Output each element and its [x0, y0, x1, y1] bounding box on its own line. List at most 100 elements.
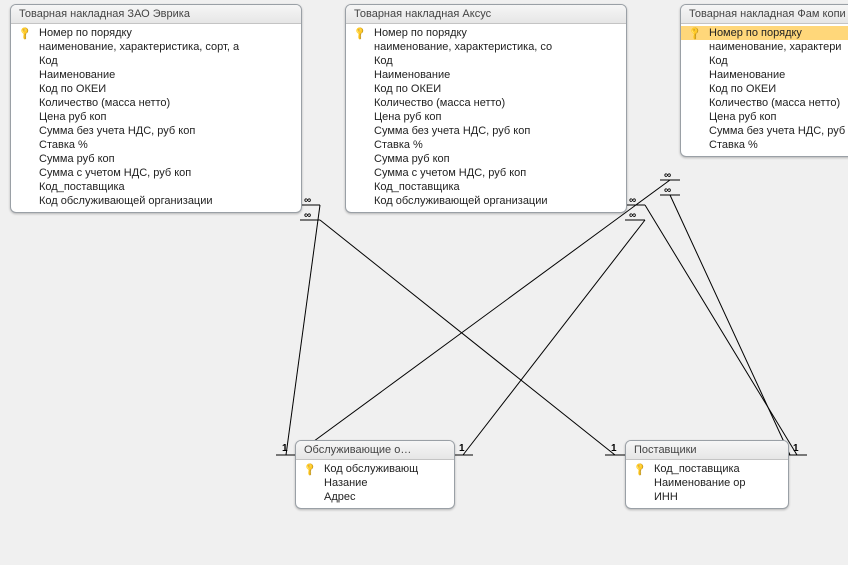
field-name: Наименование: [39, 69, 115, 81]
field-row[interactable]: Код_поставщика: [346, 180, 626, 194]
field-row-selected[interactable]: 🔑Номер по порядку: [681, 26, 848, 40]
field-row[interactable]: Сумма руб коп: [346, 152, 626, 166]
cardinality-infinity: ∞: [629, 196, 636, 206]
field-row[interactable]: 🔑 Номер по порядку: [346, 26, 626, 40]
field-name: Сумма руб коп: [39, 153, 115, 165]
field-name: Номер по порядку: [374, 27, 467, 39]
field-row[interactable]: Наименование: [346, 68, 626, 82]
field-row[interactable]: Цена руб коп: [681, 110, 848, 124]
field-name: Код: [709, 55, 728, 67]
field-row[interactable]: Сумма без учета НДС, руб коп: [11, 124, 301, 138]
field-row[interactable]: Код: [681, 54, 848, 68]
field-name: Наименование: [374, 69, 450, 81]
field-row[interactable]: Наименование: [11, 68, 301, 82]
field-row[interactable]: Количество (масса нетто): [346, 96, 626, 110]
field-row[interactable]: Наименование: [681, 68, 848, 82]
field-name: Количество (масса нетто): [374, 97, 505, 109]
cardinality-one: 1: [611, 444, 617, 454]
field-row[interactable]: Сумма с учетом НДС, руб коп: [346, 166, 626, 180]
field-row[interactable]: Сумма без учета НДС, руб: [681, 124, 848, 138]
field-row[interactable]: Код по ОКЕИ: [11, 82, 301, 96]
field-row[interactable]: 🔑 Номер по порядку: [11, 26, 301, 40]
key-icon: 🔑: [19, 26, 33, 40]
field-name: Ставка %: [374, 139, 423, 151]
field-name: Ставка %: [39, 139, 88, 151]
field-row[interactable]: Адрес: [296, 490, 454, 504]
key-icon: 🔑: [634, 462, 648, 476]
field-name: Код: [39, 55, 58, 67]
field-name: Код обслуживающей организации: [374, 195, 548, 207]
field-row[interactable]: 🔑Код обслуживающ: [296, 462, 454, 476]
field-name: Код_поставщика: [39, 181, 125, 193]
field-list: 🔑 Номер по порядку наименование, характер…: [11, 24, 301, 212]
field-row[interactable]: Ставка %: [11, 138, 301, 152]
field-row[interactable]: Ставка %: [346, 138, 626, 152]
table-fam[interactable]: Товарная накладная Фам копи 🔑Номер по по…: [680, 4, 848, 157]
table-service-orgs[interactable]: Обслуживающие о… 🔑Код обслуживающ Назани…: [295, 440, 455, 509]
field-name: наименование, характери: [709, 41, 841, 53]
field-name: Наименование ор: [654, 477, 746, 489]
field-name: наименование, характеристика, со: [374, 41, 552, 53]
relationships-canvas: ∞ ∞ ∞ ∞ ∞ ∞ 1 1 1 1 Товарная накладная З…: [0, 0, 848, 565]
field-name: Сумма без учета НДС, руб: [709, 125, 845, 137]
field-name: Назание: [324, 477, 367, 489]
field-row[interactable]: Ставка %: [681, 138, 848, 152]
field-row[interactable]: Код: [346, 54, 626, 68]
cardinality-infinity: ∞: [304, 196, 311, 206]
field-name: Код_поставщика: [654, 463, 740, 475]
field-list: 🔑 Номер по порядку наименование, характер…: [346, 24, 626, 212]
field-row[interactable]: Код_поставщика: [11, 180, 301, 194]
cardinality-infinity: ∞: [629, 211, 636, 221]
field-name: Сумма с учетом НДС, руб коп: [374, 167, 526, 179]
field-row[interactable]: ИНН: [626, 490, 788, 504]
field-name: Цена руб коп: [39, 111, 107, 123]
cardinality-one: 1: [793, 444, 799, 454]
field-row[interactable]: Цена руб коп: [346, 110, 626, 124]
field-name: Цена руб коп: [709, 111, 777, 123]
key-icon: 🔑: [354, 26, 368, 40]
field-name: Код_поставщика: [374, 181, 460, 193]
field-row[interactable]: 🔑 Код_поставщика: [626, 462, 788, 476]
field-name: Номер по порядку: [709, 27, 802, 39]
field-name: Номер по порядку: [39, 27, 132, 39]
field-row[interactable]: Код обслуживающей организации: [11, 194, 301, 208]
table-suppliers[interactable]: Поставщики 🔑 Код_поставщика Наименование …: [625, 440, 789, 509]
field-name: Сумма руб коп: [374, 153, 450, 165]
field-list: 🔑Код обслуживающ Назание Адрес: [296, 460, 454, 508]
cardinality-infinity: ∞: [664, 186, 671, 196]
table-title: Поставщики: [626, 441, 788, 460]
field-row[interactable]: Сумма с учетом НДС, руб коп: [11, 166, 301, 180]
field-list: 🔑 Код_поставщика Наименование ор ИНН: [626, 460, 788, 508]
field-row[interactable]: наименование, характеристика, сорт, а: [11, 40, 301, 54]
field-name: Адрес: [324, 491, 356, 503]
cardinality-infinity: ∞: [664, 171, 671, 181]
field-row[interactable]: Код по ОКЕИ: [346, 82, 626, 96]
field-name: Сумма без учета НДС, руб коп: [374, 125, 530, 137]
field-row[interactable]: Код обслуживающей организации: [346, 194, 626, 208]
field-name: Сумма с учетом НДС, руб коп: [39, 167, 191, 179]
table-title: Товарная накладная Аксус: [346, 5, 626, 24]
field-name: Код по ОКЕИ: [374, 83, 441, 95]
field-name: Код по ОКЕИ: [709, 83, 776, 95]
table-aksus[interactable]: Товарная накладная Аксус 🔑 Номер по поряд…: [345, 4, 627, 213]
key-icon: 🔑: [304, 462, 318, 476]
field-row[interactable]: Цена руб коп: [11, 110, 301, 124]
field-row[interactable]: Количество (масса нетто): [11, 96, 301, 110]
field-name: Количество (масса нетто): [709, 97, 840, 109]
field-name: Цена руб коп: [374, 111, 442, 123]
field-name: Наименование: [709, 69, 785, 81]
field-name: наименование, характеристика, сорт, а: [39, 41, 239, 53]
field-row[interactable]: наименование, характери: [681, 40, 848, 54]
field-row[interactable]: Назание: [296, 476, 454, 490]
field-row[interactable]: наименование, характеристика, со: [346, 40, 626, 54]
cardinality-infinity: ∞: [304, 211, 311, 221]
field-row[interactable]: Количество (масса нетто): [681, 96, 848, 110]
table-evrika[interactable]: Товарная накладная ЗАО Эврика 🔑Номер по …: [10, 4, 302, 213]
field-row[interactable]: Сумма руб коп: [11, 152, 301, 166]
field-row[interactable]: Код: [11, 54, 301, 68]
cardinality-one: 1: [282, 444, 288, 454]
field-name: Код обслуживающей организации: [39, 195, 213, 207]
field-row[interactable]: Сумма без учета НДС, руб коп: [346, 124, 626, 138]
field-row[interactable]: Наименование ор: [626, 476, 788, 490]
field-row[interactable]: Код по ОКЕИ: [681, 82, 848, 96]
